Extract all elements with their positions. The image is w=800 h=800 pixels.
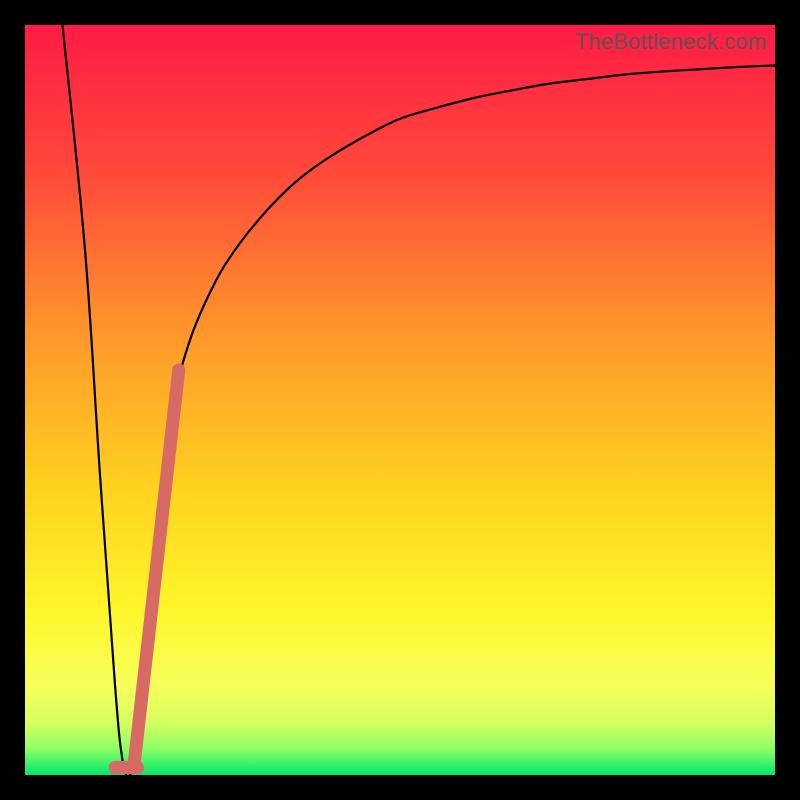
- watermark-text: TheBottleneck.com: [575, 29, 767, 55]
- chart-frame: TheBottleneck.com: [0, 0, 800, 800]
- plot-area: TheBottleneck.com: [25, 25, 775, 775]
- bottleneck-chart: [25, 25, 775, 775]
- gradient-background: [25, 25, 775, 775]
